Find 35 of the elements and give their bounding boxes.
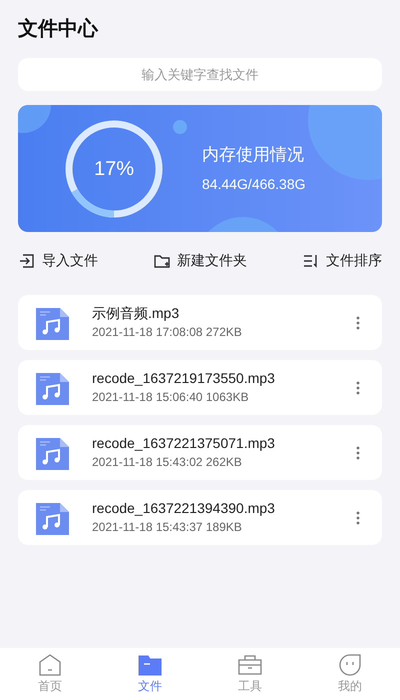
file-name: recode_1637219173550.mp3 (92, 369, 276, 388)
file-card[interactable]: 示例音频.mp3 2021-11-18 17:08:08 272KB (18, 295, 382, 350)
file-name: 示例音频.mp3 (92, 304, 180, 323)
page-title: 文件中心 (18, 16, 98, 42)
file-meta: 2021-11-18 17:08:08 272KB (92, 324, 243, 341)
file-meta: 2021-11-18 15:43:02 262KB (92, 454, 243, 471)
file-meta: 2021-11-18 15:06:40 1063KB (92, 389, 250, 406)
audio-file-icon (36, 436, 70, 470)
audio-file-icon (36, 306, 70, 340)
file-card[interactable]: recode_1637221394390.mp3 2021-11-18 15:43:37 189KB (18, 490, 382, 545)
home-icon (37, 653, 63, 677)
import-icon (18, 252, 36, 270)
folder-icon (137, 653, 163, 677)
more-icon[interactable] (356, 316, 360, 330)
audio-file-icon (36, 500, 70, 534)
more-icon[interactable] (356, 380, 360, 394)
file-name: recode_1637221375071.mp3 (92, 434, 276, 453)
file-card[interactable]: recode_1637219173550.mp3 2021-11-18 15:06:40 1063KB (18, 360, 382, 415)
decoration-circle (173, 120, 187, 134)
storage-title: 内存使用情况 (202, 144, 305, 166)
audio-file-icon (36, 370, 70, 404)
more-icon[interactable] (356, 446, 360, 460)
file-meta: 2021-11-18 15:43:37 189KB (92, 519, 243, 536)
nav-tab[interactable]: 文件 (120, 653, 180, 695)
face-icon (337, 653, 363, 677)
toolbox-icon (237, 653, 263, 677)
search-field[interactable]: 输入关键字查找文件 (18, 58, 382, 91)
usage-percent: 17% (94, 156, 134, 182)
action-button[interactable]: 新建文件夹 (153, 246, 247, 275)
more-icon[interactable] (356, 510, 360, 524)
storage-usage: 84.44G/466.38G (202, 174, 306, 194)
action-button[interactable]: 文件排序 (302, 246, 382, 275)
file-card[interactable]: recode_1637221375071.mp3 2021-11-18 15:43:02 262KB (18, 425, 382, 480)
file-name: recode_1637221394390.mp3 (92, 499, 276, 518)
action-button[interactable]: 导入文件 (18, 246, 98, 275)
